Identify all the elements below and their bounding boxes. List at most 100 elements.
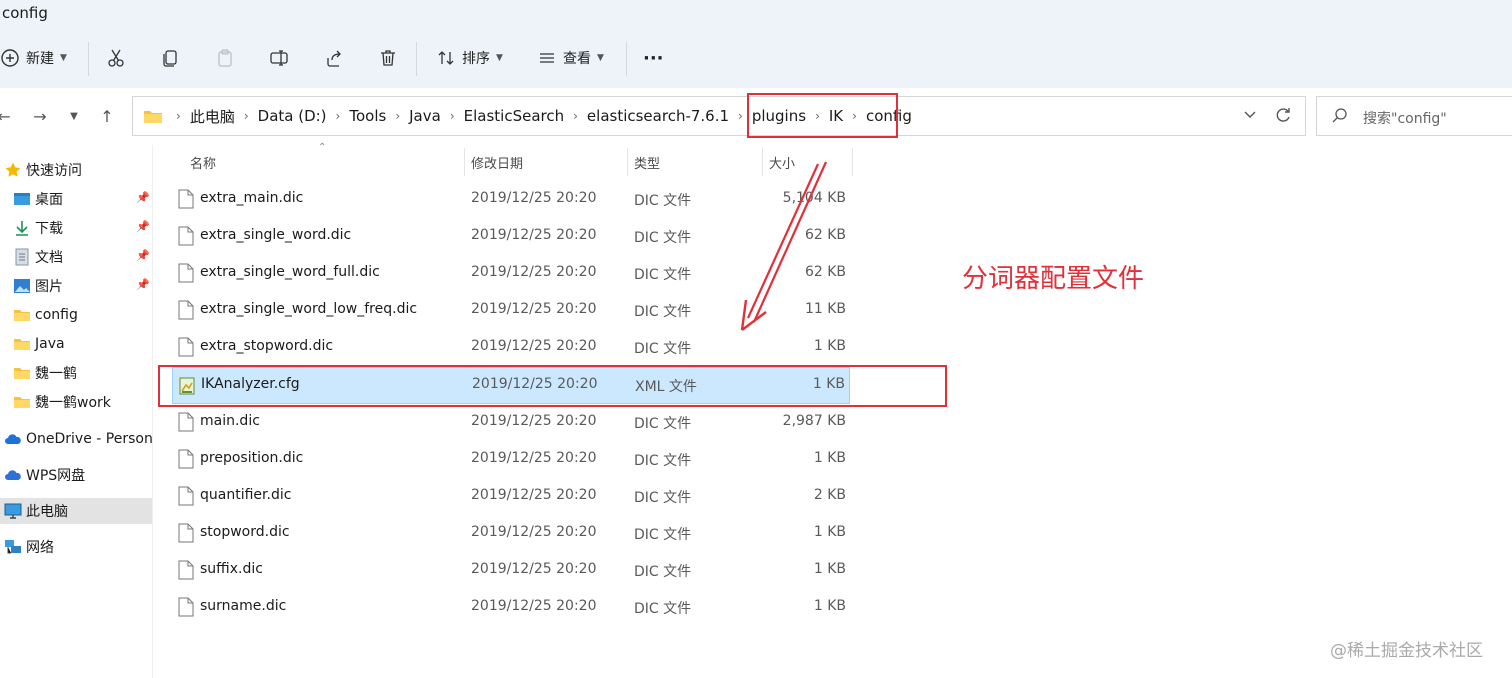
pin-icon: 📌 bbox=[136, 278, 150, 291]
navigation-pane: 快速访问 桌面 📌 下载 📌 文档 📌 图片 📌 config Java 魏一鹤… bbox=[0, 145, 153, 678]
search-box[interactable]: 搜索"config" bbox=[1316, 96, 1512, 136]
file-size: 2 KB bbox=[813, 487, 846, 503]
sort-button-label: 排序 bbox=[462, 51, 490, 67]
file-row[interactable]: surname.dic 2019/12/25 20:20 DIC 文件 1 KB bbox=[172, 589, 850, 626]
picture-icon bbox=[13, 277, 31, 295]
sidebar-item-this-pc[interactable]: 此电脑 bbox=[0, 498, 152, 524]
column-header-type[interactable]: 类型 bbox=[634, 153, 660, 181]
file-date: 2019/12/25 20:20 bbox=[471, 450, 597, 466]
sidebar-item-desktop[interactable]: 桌面 📌 bbox=[0, 186, 152, 212]
watermark: @稀土掘金技术社区 bbox=[1330, 641, 1483, 661]
file-row[interactable]: preposition.dic 2019/12/25 20:20 DIC 文件 … bbox=[172, 441, 850, 478]
forward-button[interactable]: → bbox=[30, 106, 50, 126]
sidebar-item-label: 文档 bbox=[35, 250, 63, 266]
folder-icon bbox=[13, 393, 31, 411]
column-divider[interactable] bbox=[464, 148, 465, 176]
file-name: extra_single_word_full.dic bbox=[200, 264, 380, 280]
file-type: DIC 文件 bbox=[634, 453, 692, 469]
toolbar-divider bbox=[416, 42, 417, 76]
sidebar-item-downloads[interactable]: 下载 📌 bbox=[0, 215, 152, 241]
copy-button[interactable] bbox=[161, 44, 181, 72]
file-date: 2019/12/25 20:20 bbox=[471, 524, 597, 540]
toolbar-divider bbox=[626, 42, 627, 76]
sidebar-item-label: OneDrive - Persona bbox=[26, 431, 153, 447]
file-name: suffix.dic bbox=[200, 561, 263, 577]
download-icon bbox=[13, 219, 31, 237]
refresh-button[interactable] bbox=[1273, 105, 1293, 129]
crumb-this-pc[interactable]: 此电脑 bbox=[190, 106, 235, 127]
address-history-button[interactable] bbox=[1243, 107, 1257, 125]
crumb-tools[interactable]: Tools bbox=[349, 107, 386, 125]
cut-button[interactable] bbox=[106, 44, 126, 72]
sidebar-item-network[interactable]: 网络 bbox=[0, 534, 152, 560]
new-button[interactable]: 新建 ▼ bbox=[0, 44, 67, 72]
document-icon bbox=[13, 248, 31, 266]
file-size: 2,987 KB bbox=[782, 413, 846, 429]
delete-button[interactable] bbox=[378, 44, 398, 72]
crumb-elasticsearch-version[interactable]: elasticsearch-7.6.1 bbox=[587, 107, 729, 125]
file-row[interactable]: stopword.dic 2019/12/25 20:20 DIC 文件 1 K… bbox=[172, 515, 850, 552]
crumb-elasticsearch[interactable]: ElasticSearch bbox=[464, 107, 564, 125]
file-row[interactable]: main.dic 2019/12/25 20:20 DIC 文件 2,987 K… bbox=[172, 404, 850, 441]
sort-button[interactable]: 排序 ▼ bbox=[436, 44, 503, 72]
file-type: DIC 文件 bbox=[634, 527, 692, 543]
file-size: 1 KB bbox=[813, 598, 846, 614]
sidebar-item-label: 魏一鹤 bbox=[35, 366, 77, 382]
folder-icon bbox=[13, 306, 31, 324]
file-name: extra_stopword.dic bbox=[200, 338, 334, 354]
column-header-name[interactable]: 名称 bbox=[190, 153, 216, 181]
more-options-button[interactable]: ··· bbox=[643, 44, 664, 72]
sidebar-item-weiyihe-work[interactable]: 魏一鹤work bbox=[0, 389, 152, 415]
arrow-right-icon: → bbox=[33, 106, 47, 126]
sidebar-item-weiyihe[interactable]: 魏一鹤 bbox=[0, 360, 152, 386]
crumb-java[interactable]: Java bbox=[409, 107, 441, 125]
file-icon bbox=[178, 189, 194, 209]
view-button[interactable]: 查看 ▼ bbox=[537, 44, 604, 72]
rename-button[interactable] bbox=[269, 44, 289, 72]
file-icon bbox=[178, 486, 194, 506]
file-row[interactable]: quantifier.dic 2019/12/25 20:20 DIC 文件 2… bbox=[172, 478, 850, 515]
sidebar-item-java[interactable]: Java bbox=[0, 331, 152, 357]
file-date: 2019/12/25 20:20 bbox=[471, 487, 597, 503]
file-icon bbox=[178, 412, 194, 432]
file-date: 2019/12/25 20:20 bbox=[471, 227, 597, 243]
sidebar-item-quick-access[interactable]: 快速访问 bbox=[0, 157, 152, 183]
sidebar-item-onedrive[interactable]: OneDrive - Persona bbox=[0, 426, 153, 452]
plus-circle-icon bbox=[1, 49, 19, 67]
file-icon bbox=[178, 300, 194, 320]
recent-locations-button[interactable]: ▼ bbox=[64, 106, 84, 126]
file-row[interactable]: suffix.dic 2019/12/25 20:20 DIC 文件 1 KB bbox=[172, 552, 850, 589]
pin-icon: 📌 bbox=[136, 191, 150, 204]
chevron-down-icon: ▼ bbox=[597, 53, 604, 63]
share-icon bbox=[327, 50, 341, 67]
share-button[interactable] bbox=[324, 44, 344, 72]
window-title: config bbox=[2, 4, 48, 22]
crumb-data-drive[interactable]: Data (D:) bbox=[258, 107, 327, 125]
toolbar-divider bbox=[88, 42, 89, 76]
star-icon bbox=[4, 161, 22, 179]
cloud-icon bbox=[4, 466, 22, 484]
arrow-up-icon: ↑ bbox=[100, 106, 114, 126]
file-date: 2019/12/25 20:20 bbox=[471, 190, 597, 206]
column-divider[interactable] bbox=[627, 148, 628, 176]
sidebar-item-pictures[interactable]: 图片 📌 bbox=[0, 273, 152, 299]
crumb-separator-icon: › bbox=[573, 109, 578, 123]
crumb-separator-icon: › bbox=[395, 109, 401, 123]
sidebar-item-config[interactable]: config bbox=[0, 302, 152, 328]
address-bar[interactable]: › 此电脑 › Data (D:) › Tools › Java › Elast… bbox=[132, 96, 1306, 136]
sidebar-item-wps-drive[interactable]: WPS网盘 bbox=[0, 462, 152, 488]
network-icon bbox=[4, 538, 22, 556]
folder-icon bbox=[13, 335, 31, 353]
file-type: DIC 文件 bbox=[634, 564, 692, 580]
chevron-down-icon: ▼ bbox=[70, 110, 78, 122]
up-button[interactable]: ↑ bbox=[97, 106, 117, 126]
column-divider[interactable] bbox=[852, 148, 853, 176]
sidebar-item-documents[interactable]: 文档 📌 bbox=[0, 244, 152, 270]
file-icon bbox=[178, 263, 194, 283]
paste-button[interactable] bbox=[215, 44, 235, 72]
file-size: 1 KB bbox=[813, 561, 846, 577]
back-button[interactable]: ← bbox=[0, 106, 14, 126]
column-header-date[interactable]: 修改日期 bbox=[471, 153, 523, 181]
pin-icon: 📌 bbox=[136, 249, 150, 262]
chevron-down-icon: ▼ bbox=[496, 53, 503, 63]
